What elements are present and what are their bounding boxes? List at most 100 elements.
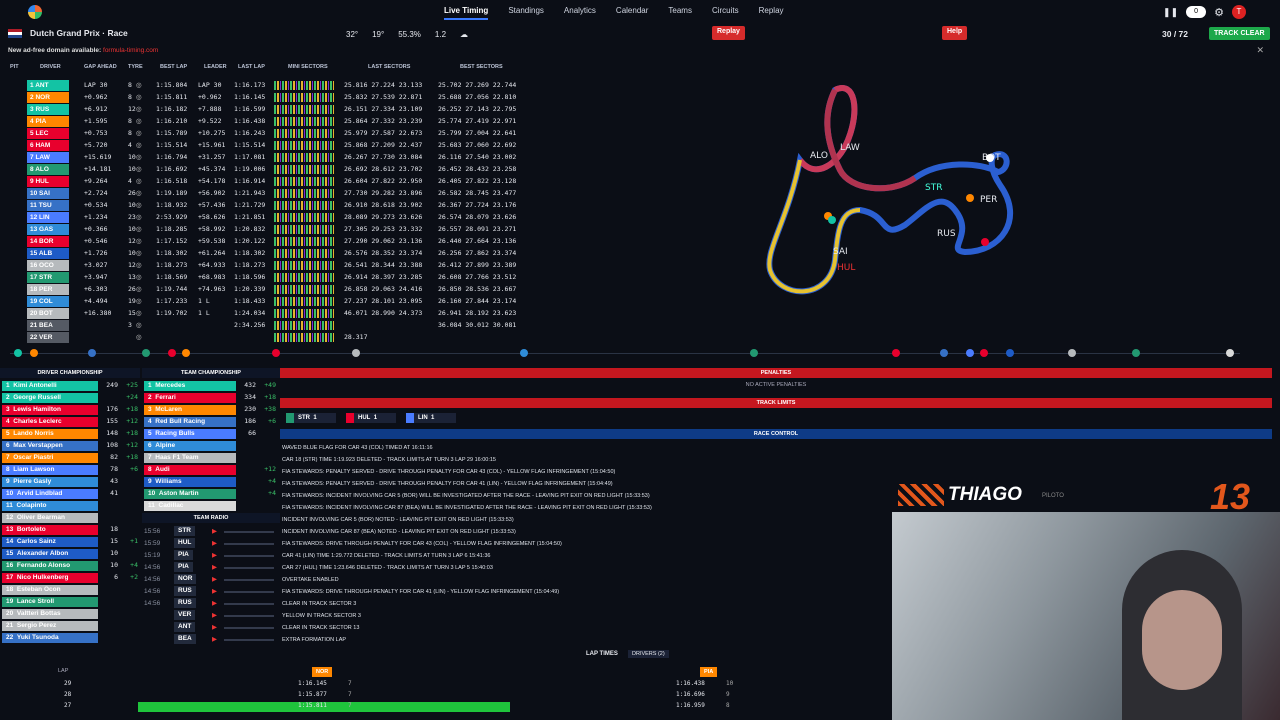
timing-row[interactable]: 12 LIN +1.234 23 ◎ 2:53.929 +58.626 1:21.851 28…: [0, 212, 528, 224]
championship-row[interactable]: 10 Arvid Lindblad 41: [2, 488, 140, 499]
championship-row[interactable]: 11 Colapinto: [2, 500, 140, 511]
radio-row[interactable]: 15:56 STR ▶: [144, 526, 278, 537]
close-icon[interactable]: ✕: [1256, 45, 1264, 56]
timing-row[interactable]: 18 PER +6.303 26 ◎ 1:19.744 +74.963 1:20.339 26…: [0, 284, 528, 296]
play-icon[interactable]: ▶: [212, 550, 217, 561]
play-icon[interactable]: ▶: [212, 586, 217, 597]
driver-chip-pia[interactable]: PIA: [700, 667, 718, 677]
timeline-dot[interactable]: [142, 349, 150, 357]
championship-row[interactable]: 19 Lance Stroll: [2, 596, 140, 607]
championship-row[interactable]: 21 Sergio Perez: [2, 620, 140, 631]
radio-row[interactable]: 14:56 PIA ▶: [144, 562, 278, 573]
radio-progress[interactable]: [224, 591, 274, 593]
championship-row[interactable]: 5 Lando Norris 148 +18: [2, 428, 140, 439]
timeline-dot[interactable]: [940, 349, 948, 357]
timeline-dot[interactable]: [520, 349, 528, 357]
pause-icon[interactable]: ❚❚: [1163, 7, 1178, 18]
radio-row[interactable]: 15:19 PIA ▶: [144, 550, 278, 561]
col-last-lap[interactable]: LAST LAP: [238, 64, 265, 70]
championship-row[interactable]: 2 Ferrari 334 +18: [144, 392, 278, 403]
play-icon[interactable]: ▶: [212, 598, 217, 609]
avatar[interactable]: T: [1232, 5, 1246, 19]
championship-row[interactable]: 22 Yuki Tsunoda: [2, 632, 140, 643]
radio-progress[interactable]: [224, 567, 274, 569]
timeline-dot[interactable]: [168, 349, 176, 357]
radio-row[interactable]: ANT ▶: [144, 622, 278, 633]
timeline-dot[interactable]: [1226, 349, 1234, 357]
play-icon[interactable]: ▶: [212, 622, 217, 633]
timing-row[interactable]: 2 NOR +0.962 8 ◎ 1:15.811 +0.962 1:16.145 25.83…: [0, 92, 528, 104]
timeline-dot[interactable]: [88, 349, 96, 357]
col-tyre[interactable]: TYRE: [128, 64, 143, 70]
track-limit-chip[interactable]: LIN 1: [406, 413, 456, 423]
radio-progress[interactable]: [224, 603, 274, 605]
radio-progress[interactable]: [224, 555, 274, 557]
radio-progress[interactable]: [224, 543, 274, 545]
timing-row[interactable]: 13 GAS +0.366 10 ◎ 1:18.285 +58.992 1:20.832 27…: [0, 224, 528, 236]
nav-teams[interactable]: Teams: [668, 6, 692, 20]
timeline-dot[interactable]: [1006, 349, 1014, 357]
championship-row[interactable]: 1 Mercedes 432 +49: [144, 380, 278, 391]
radio-row[interactable]: 15:59 HUL ▶: [144, 538, 278, 549]
car-marker[interactable]: [981, 238, 989, 246]
championship-row[interactable]: 7 Haas F1 Team: [144, 452, 278, 463]
timeline-dot[interactable]: [892, 349, 900, 357]
track-limit-chip[interactable]: HUL 1: [346, 413, 396, 423]
championship-row[interactable]: 17 Nico Hulkenberg 6 +2: [2, 572, 140, 583]
car-marker[interactable]: [986, 154, 994, 162]
championship-row[interactable]: 4 Charles Leclerc 155 +12: [2, 416, 140, 427]
col-best-sectors[interactable]: BEST SECTORS: [460, 64, 503, 70]
championship-row[interactable]: 6 Max Verstappen 108 +12: [2, 440, 140, 451]
championship-row[interactable]: 16 Fernando Alonso 10 +4: [2, 560, 140, 571]
timeline-dot[interactable]: [980, 349, 988, 357]
timing-row[interactable]: 1 ANT LAP 30 8 ◎ 1:15.804 LAP 30 1:16.173 25.81…: [0, 80, 528, 92]
driver-chip-nor[interactable]: NOR: [312, 667, 333, 677]
col-leader[interactable]: LEADER: [204, 64, 227, 70]
championship-row[interactable]: 3 Lewis Hamilton 176 +18: [2, 404, 140, 415]
ad-link[interactable]: formula-timing.com: [103, 47, 158, 54]
radio-row[interactable]: VER ▶: [144, 610, 278, 621]
timing-row[interactable]: 8 ALO +14.181 10 ◎ 1:16.692 +45.374 1:19.006 26…: [0, 164, 528, 176]
col-last-sectors[interactable]: LAST SECTORS: [368, 64, 410, 70]
timeline-dot[interactable]: [1068, 349, 1076, 357]
play-icon[interactable]: ▶: [212, 538, 217, 549]
timeline-dot[interactable]: [966, 349, 974, 357]
radio-progress[interactable]: [224, 615, 274, 617]
radio-row[interactable]: 14:56 RUS ▶: [144, 598, 278, 609]
timing-row[interactable]: 9 HUL +9.264 4 ◎ 1:16.518 +54.178 1:16.914 26.6…: [0, 176, 528, 188]
timing-row[interactable]: 22 VER ◎ 28.317: [0, 332, 528, 344]
timeline-dot[interactable]: [750, 349, 758, 357]
nav-analytics[interactable]: Analytics: [564, 6, 596, 20]
timing-row[interactable]: 16 OCO +3.027 12 ◎ 1:18.273 +64.933 1:18.273 26…: [0, 260, 528, 272]
radio-row[interactable]: 14:56 RUS ▶: [144, 586, 278, 597]
championship-row[interactable]: 4 Red Bull Racing 186 +6: [144, 416, 278, 427]
app-logo[interactable]: [28, 5, 42, 19]
timing-row[interactable]: 10 SAI +2.724 26 ◎ 1:19.189 +56.902 1:21.943 27…: [0, 188, 528, 200]
championship-row[interactable]: 5 Racing Bulls 66: [144, 428, 278, 439]
timeline-dot[interactable]: [272, 349, 280, 357]
championship-row[interactable]: 6 Alpine: [144, 440, 278, 451]
championship-row[interactable]: 14 Carlos Sainz 15 +1: [2, 536, 140, 547]
replay-button[interactable]: Replay: [712, 26, 745, 40]
timing-row[interactable]: 14 BOR +0.546 12 ◎ 1:17.152 +59.538 1:20.122 27…: [0, 236, 528, 248]
car-marker[interactable]: [828, 216, 836, 224]
timeline-dot[interactable]: [30, 349, 38, 357]
radio-progress[interactable]: [224, 579, 274, 581]
radio-progress[interactable]: [224, 531, 274, 533]
championship-row[interactable]: 8 Audi +12: [144, 464, 278, 475]
timing-row[interactable]: 5 LEC +0.753 8 ◎ 1:15.789 +10.275 1:16.243 25.9…: [0, 128, 528, 140]
nav-replay[interactable]: Replay: [759, 6, 784, 20]
championship-row[interactable]: 18 Esteban Ocon: [2, 584, 140, 595]
championship-row[interactable]: 8 Liam Lawson 78 +6: [2, 464, 140, 475]
timing-row[interactable]: 21 BEA 3 ◎ 2:34.256 36.084 30.012 30.081: [0, 320, 528, 332]
timeline-dot[interactable]: [182, 349, 190, 357]
delay-toggle[interactable]: 0: [1186, 6, 1207, 18]
col-driver[interactable]: DRIVER: [40, 64, 61, 70]
timing-row[interactable]: 15 ALB +1.726 10 ◎ 1:18.302 +61.264 1:18.302 26…: [0, 248, 528, 260]
timing-row[interactable]: 6 HAM +5.720 4 ◎ 1:15.514 +15.961 1:15.514 25.8…: [0, 140, 528, 152]
timing-row[interactable]: 7 LAW +15.619 10 ◎ 1:16.794 +31.257 1:17.081 26…: [0, 152, 528, 164]
timing-row[interactable]: 19 COL +4.494 19 ◎ 1:17.233 1 L 1:18.433 27.237…: [0, 296, 528, 308]
championship-row[interactable]: 3 McLaren 230 +38: [144, 404, 278, 415]
championship-row[interactable]: 20 Valtteri Bottas: [2, 608, 140, 619]
nav-calendar[interactable]: Calendar: [616, 6, 648, 20]
